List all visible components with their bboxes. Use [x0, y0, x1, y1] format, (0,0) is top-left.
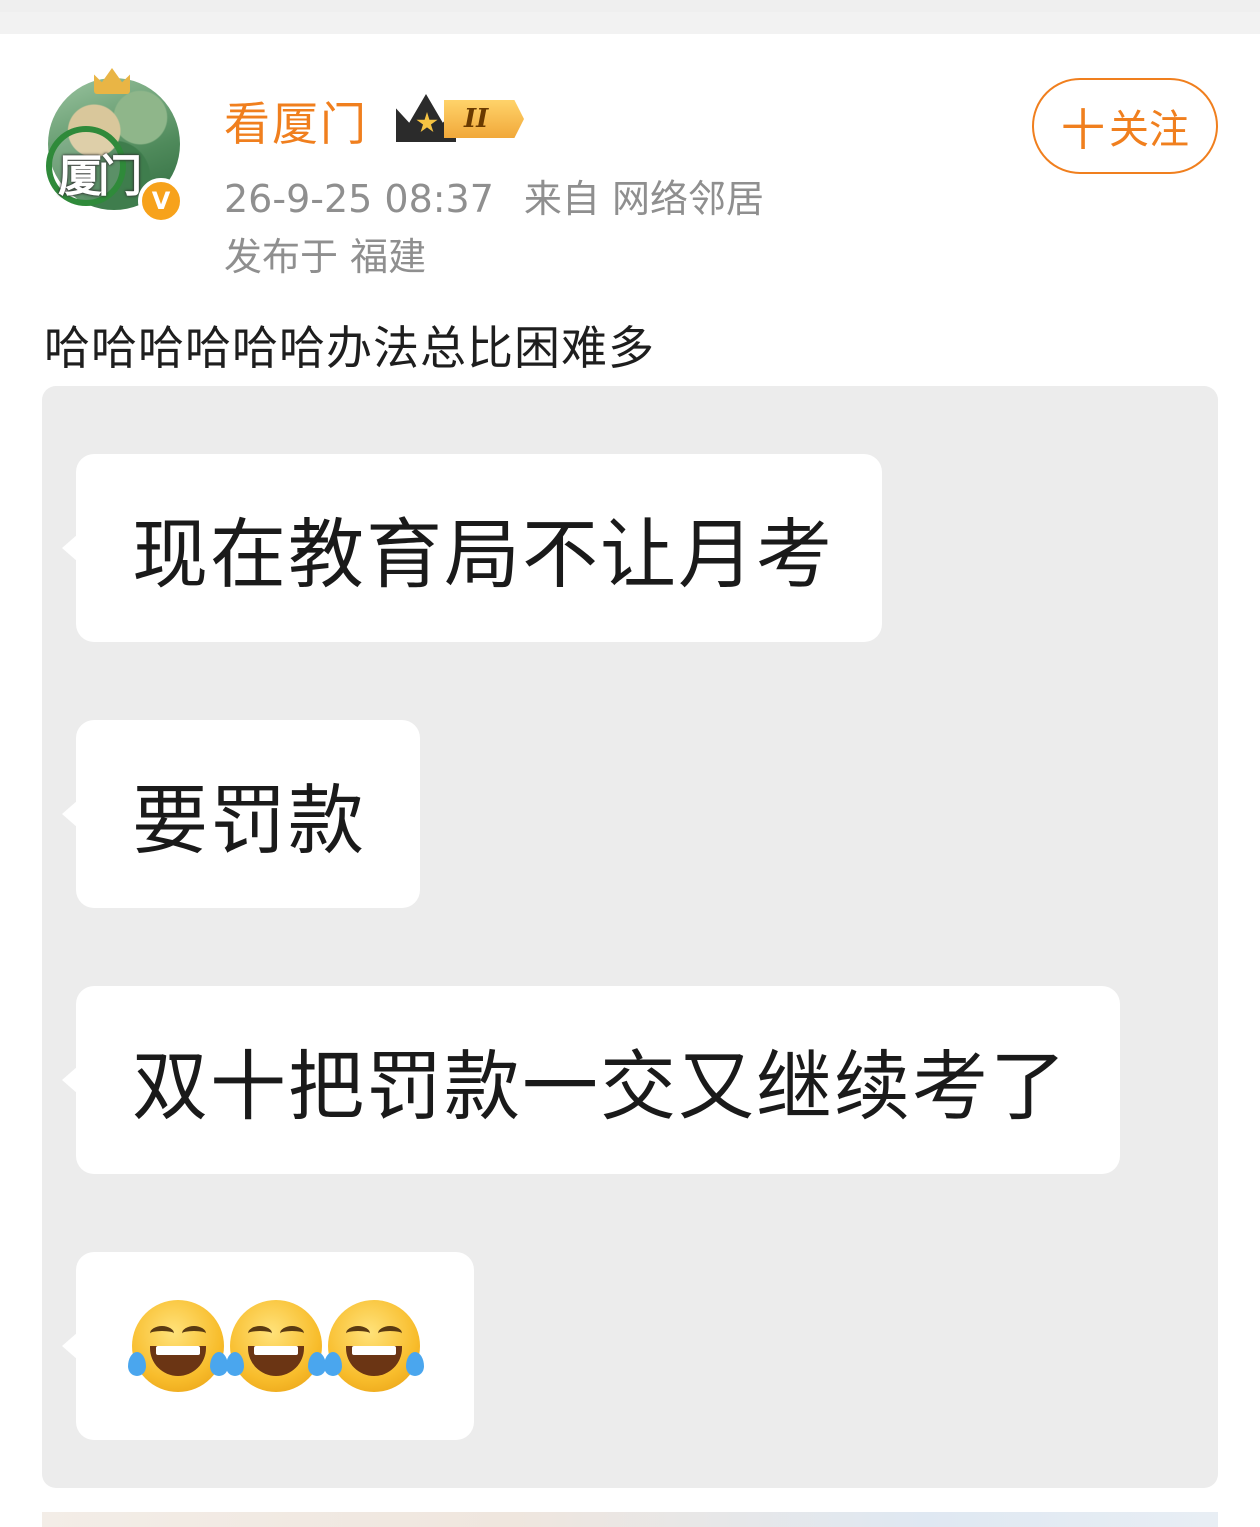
author-avatar[interactable]: 厦门 V: [46, 68, 184, 224]
plus-icon: 十: [1061, 105, 1105, 156]
tears-of-joy-emoji-icon: [324, 1300, 424, 1392]
chat-message-text: 双十把罚款一交又继续考了: [132, 1042, 1068, 1131]
tears-of-joy-emoji-icon: [128, 1300, 228, 1392]
author-name[interactable]: 看厦门: [224, 88, 368, 154]
avatar-logo-text: 厦门: [58, 151, 142, 202]
level-tag: II: [444, 100, 524, 138]
next-image-peek[interactable]: [42, 1512, 1218, 1527]
chat-message-text: 要罚款: [132, 776, 366, 865]
post-body-text: 哈哈哈哈哈哈办法总比困难多: [44, 321, 655, 375]
chat-bubble: 双十把罚款一交又继续考了: [62, 986, 1120, 1174]
post-location: 发布于 福建: [224, 235, 427, 279]
chat-bubble-emoji: [62, 1252, 474, 1440]
post-timestamp: 26-9-25 08:37: [224, 177, 494, 221]
tears-of-joy-emoji-icon: [226, 1300, 326, 1392]
chat-bubble: 要罚款: [62, 720, 420, 908]
verified-badge-icon: V: [138, 178, 184, 224]
follow-button-label: 关注: [1109, 107, 1189, 153]
member-level-badge[interactable]: II: [396, 94, 530, 146]
follow-button[interactable]: 十 关注: [1032, 78, 1218, 174]
post-source[interactable]: 来自 网络邻居: [524, 168, 764, 223]
chat-bubble: 现在教育局不让月考: [62, 454, 882, 642]
avatar-crown-icon: [94, 68, 130, 94]
top-divider-strip: [0, 0, 1260, 34]
post-meta: 26-9-25 08:37 来自 网络邻居: [224, 168, 764, 223]
chat-message-text: 现在教育局不让月考: [132, 510, 834, 599]
post-image[interactable]: 现在教育局不让月考 要罚款 双十把罚款一交又继续考了: [42, 386, 1218, 1488]
